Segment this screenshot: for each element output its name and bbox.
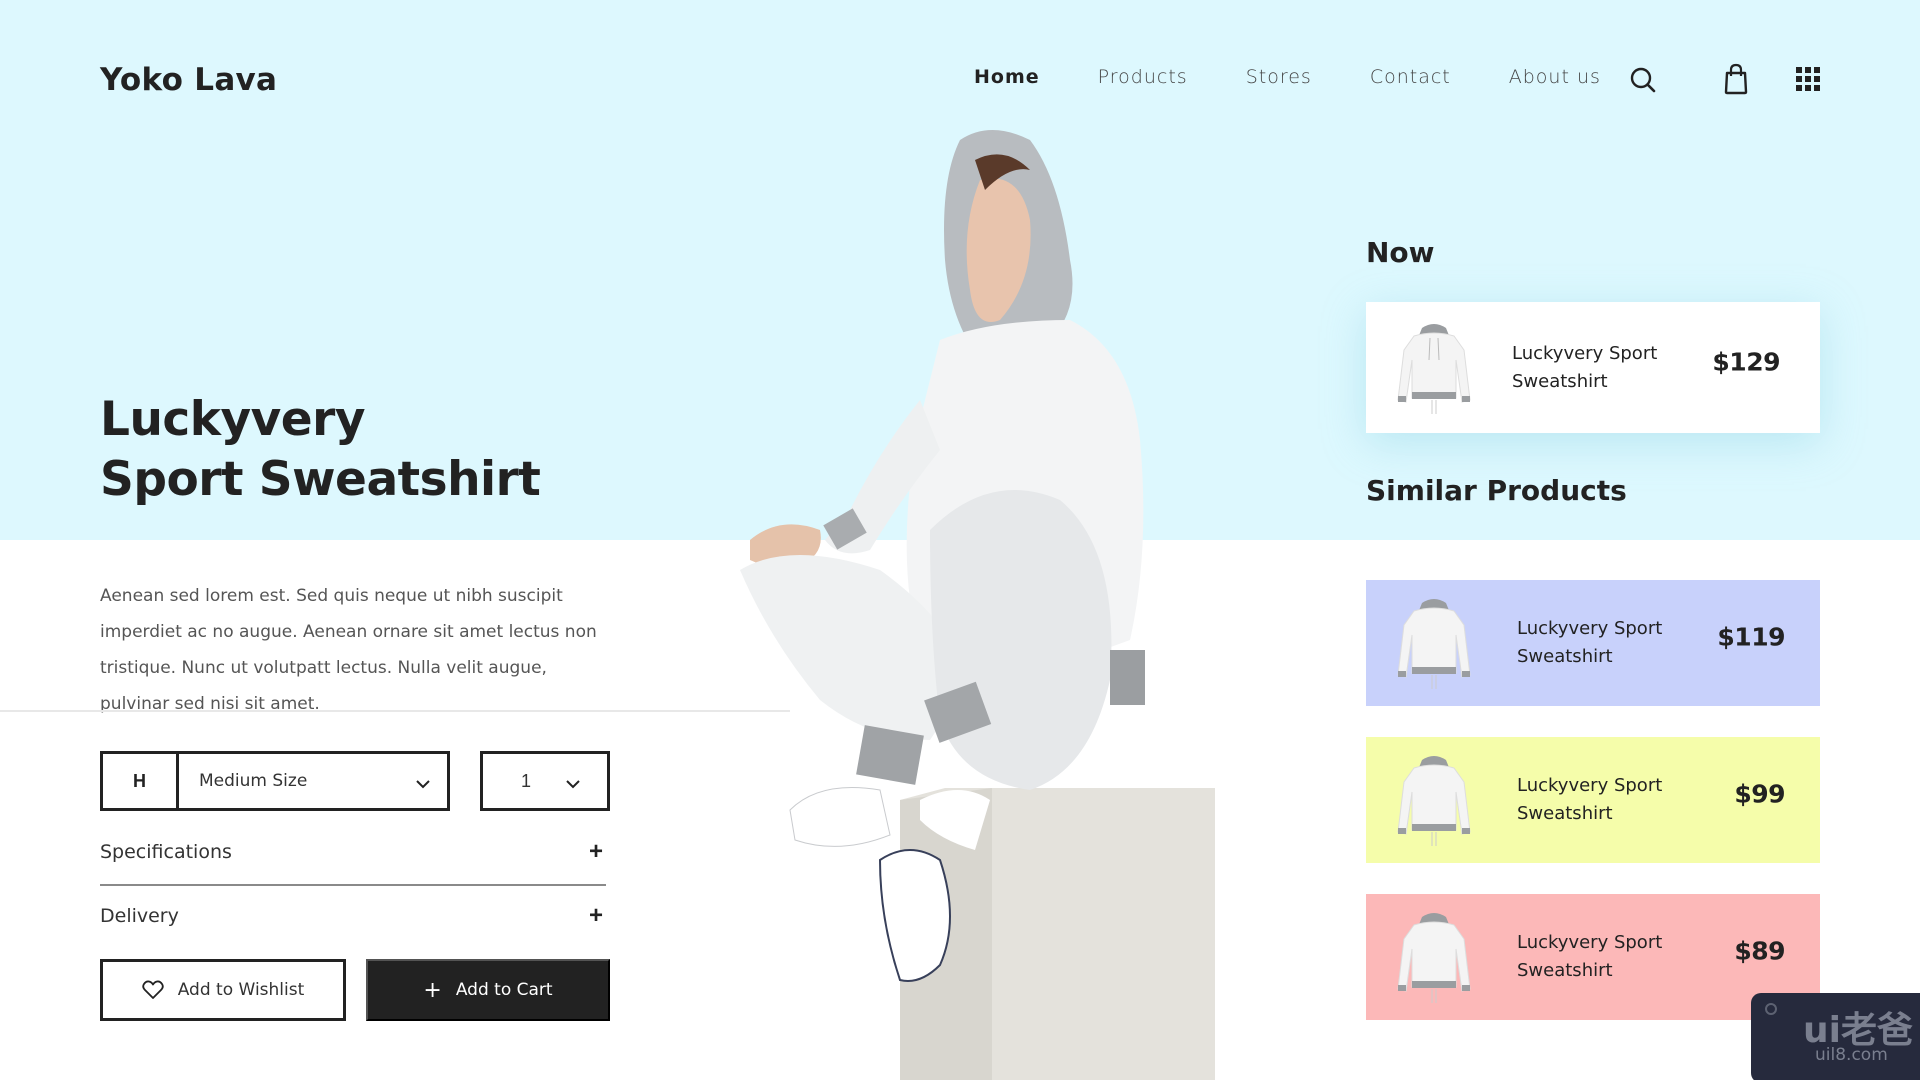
product-name: Luckyvery Sport Sweatshirt <box>1512 342 1658 392</box>
accordion-divider <box>100 884 606 886</box>
brand-logo[interactable]: Yoko Lava <box>100 62 277 98</box>
sweatshirt-thumbnail <box>1397 756 1471 846</box>
accordion-specifications[interactable]: Specifications + <box>100 832 606 872</box>
now-heading: Now <box>1366 236 1435 269</box>
add-to-wishlist-button[interactable]: Add to Wishlist <box>100 959 346 1021</box>
size-code: H <box>103 754 179 808</box>
watermark-url: uil8.com <box>1815 1045 1888 1065</box>
wishlist-label: Add to Wishlist <box>177 980 305 1000</box>
accordion-delivery[interactable]: Delivery + <box>100 896 606 936</box>
plus-icon: + <box>423 977 442 1003</box>
product-name: Luckyvery Sport Sweatshirt <box>1517 618 1663 667</box>
chevron-down-icon <box>415 776 431 794</box>
nav-products[interactable]: Products <box>1098 66 1188 88</box>
accordion-label: Specifications <box>100 841 232 863</box>
cart-label: Add to Cart <box>455 980 553 1000</box>
product-title-line1: Luckyvery <box>100 392 366 447</box>
quantity-value: 1 <box>521 770 532 791</box>
similar-product-card[interactable]: Luckyvery Sport Sweatshirt $119 <box>1366 580 1820 706</box>
sweatshirt-thumbnail <box>1397 323 1471 414</box>
watermark-badge: ui老爸 uil8.com <box>1751 993 1920 1080</box>
accordion-label: Delivery <box>100 905 179 927</box>
grid-menu-icon[interactable] <box>1796 67 1820 91</box>
add-to-cart-button[interactable]: + Add to Cart <box>366 959 610 1021</box>
plus-icon[interactable]: + <box>586 902 606 930</box>
search-icon[interactable] <box>1629 66 1657 94</box>
sweatshirt-thumbnail <box>1397 599 1471 689</box>
product-name: Luckyvery Sport Sweatshirt <box>1517 932 1663 981</box>
size-value: Medium Size <box>199 771 308 791</box>
main-nav: Home Products Stores Contact About us <box>974 66 1659 88</box>
product-title: Luckyvery Sport Sweatshirt <box>100 390 541 510</box>
nav-stores[interactable]: Stores <box>1246 66 1312 88</box>
product-price: $99 <box>1734 779 1785 809</box>
shopping-bag-icon[interactable] <box>1723 63 1749 95</box>
similar-products-heading: Similar Products <box>1366 474 1627 507</box>
product-price: $119 <box>1717 622 1785 652</box>
nav-home[interactable]: Home <box>974 66 1040 88</box>
now-product-card[interactable]: Luckyvery Sport Sweatshirt $129 <box>1366 302 1820 433</box>
quantity-select[interactable]: 1 <box>480 751 610 811</box>
heart-icon <box>142 980 164 999</box>
section-divider <box>0 710 790 712</box>
size-select[interactable]: H Medium Size <box>100 751 450 811</box>
similar-product-card[interactable]: Luckyvery Sport Sweatshirt $99 <box>1366 737 1820 863</box>
chevron-down-icon <box>565 776 581 794</box>
product-price: $89 <box>1734 936 1785 966</box>
nav-contact[interactable]: Contact <box>1370 66 1451 88</box>
product-title-line2: Sport Sweatshirt <box>100 452 541 507</box>
sweatshirt-thumbnail <box>1397 913 1471 1003</box>
product-price: $129 <box>1712 347 1780 377</box>
product-name: Luckyvery Sport Sweatshirt <box>1517 775 1663 824</box>
nav-about-us[interactable]: About us <box>1509 66 1601 88</box>
plus-icon[interactable]: + <box>586 838 606 866</box>
watermark-dot-icon <box>1765 1003 1777 1015</box>
product-description: Aenean sed lorem est. Sed quis neque ut … <box>100 586 597 714</box>
model-photo <box>740 130 1215 1080</box>
